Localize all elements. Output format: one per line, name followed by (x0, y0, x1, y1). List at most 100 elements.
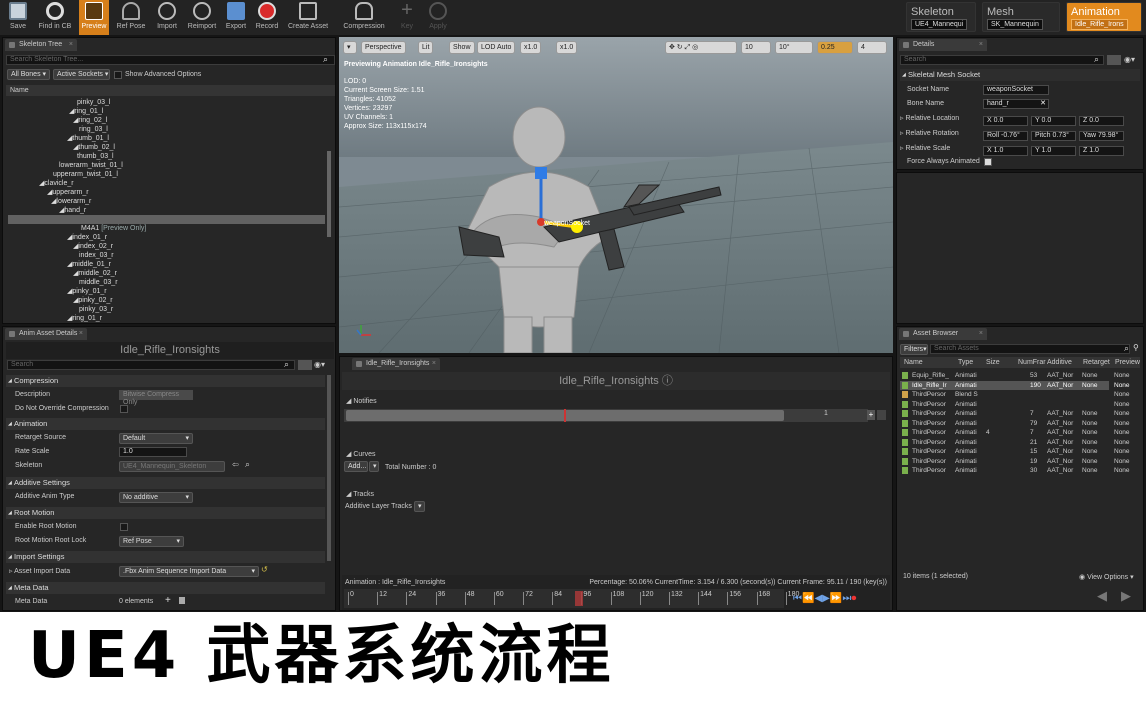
asset-row[interactable]: ThirdPersor Animati 4 7 AAT_Nor None None (900, 428, 1130, 437)
tree-row-pinky-03-l[interactable]: pinky_03_l (77, 98, 110, 107)
tree-row-lowerarm-r[interactable]: ◢lowerarm_r (51, 197, 91, 206)
all-bones-dropdown[interactable]: All Bones ▾ (7, 69, 50, 80)
tab-details[interactable]: Details × (899, 39, 987, 51)
grid-icon[interactable] (298, 360, 312, 370)
socket-name-field[interactable]: weaponSocket (983, 85, 1049, 95)
scale-y-field[interactable]: Y 1.0 (1031, 146, 1076, 156)
asset-row[interactable]: ThirdPersor Animati 15 AAT_Nor None None (900, 447, 1130, 456)
asset-row[interactable]: ThirdPersor Animati None (900, 400, 1130, 409)
skeleton-search-input[interactable]: Search Skeleton Tree... (6, 55, 335, 65)
find-in-cb-button[interactable]: Find in CB (35, 0, 75, 35)
loc-y-field[interactable]: Y 0.0 (1031, 116, 1076, 126)
forward-arrow-icon[interactable]: ▶ (1121, 588, 1131, 604)
export-button[interactable]: Export (222, 0, 250, 35)
arrow-left-icon[interactable]: ⇦ (232, 460, 239, 469)
transform-tools[interactable]: ✥ ↻ ⤢ ◎ (665, 41, 737, 54)
play-reverse-icon[interactable]: ◀ (814, 593, 822, 604)
tree-row-ring-01-l[interactable]: ◢ring_01_l (69, 107, 103, 116)
close-icon[interactable]: × (979, 39, 983, 51)
root-lock-dropdown[interactable]: Ref Pose ▾ (119, 536, 184, 547)
category-animation[interactable]: Animation (6, 418, 325, 430)
asset-import-data-dropdown[interactable]: .Fbx Anim Sequence Import Data ▾ (119, 566, 259, 577)
scale-z-field[interactable]: Z 1.0 (1079, 146, 1124, 156)
additive-layer-dropdown[interactable]: ▾ (414, 501, 425, 512)
import-button[interactable]: Import (152, 0, 182, 35)
tree-row-pinky-01-r[interactable]: ◢pinky_01_r (67, 287, 107, 296)
tree-row-upperarm-twist-01-l[interactable]: upperarm_twist_01_l (53, 170, 118, 179)
column-header-type[interactable]: Type (958, 359, 973, 366)
anim-details-search-input[interactable]: Search (7, 360, 295, 370)
tree-row-ring-03-l[interactable]: ring_03_l (79, 125, 108, 134)
tree-row-pinky-03-r[interactable]: pinky_03_r (79, 305, 113, 314)
scale-x-field[interactable]: X 1.0 (983, 146, 1028, 156)
viewport[interactable]: weaponSocket ▾ Perspective Lit Show LOD … (339, 37, 893, 353)
category-import-settings[interactable]: Import Settings (6, 551, 325, 563)
column-header-numfrar[interactable]: NumFrar (1018, 359, 1046, 366)
key-button[interactable]: + Key (394, 0, 420, 35)
bone-name-field[interactable]: hand_r ✕ (983, 99, 1049, 109)
breadcrumb-skeleton[interactable]: Skeleton UE4_Mannequi (906, 2, 976, 32)
close-icon[interactable]: × (69, 39, 73, 51)
record-icon[interactable]: ⏺ (851, 593, 856, 604)
back-arrow-icon[interactable]: ◀ (1097, 588, 1107, 604)
asset-row[interactable]: ThirdPersor Animati 21 AAT_Nor None None (900, 438, 1130, 447)
category-meta-data[interactable]: Meta Data (6, 582, 325, 594)
compression-button[interactable]: Compression (340, 0, 388, 35)
asset-row[interactable]: ThirdPersor Blend S None (900, 390, 1130, 399)
description-field[interactable]: Bitwise Compress Only (119, 390, 193, 406)
column-header-name[interactable]: Name (904, 359, 923, 366)
tree-row-index-02-r[interactable]: ◢index_02_r (73, 242, 113, 251)
lock-icon[interactable]: ⚲ (1133, 343, 1139, 352)
add-icon[interactable]: + (165, 595, 171, 606)
section-skeletal-mesh-socket[interactable]: Skeletal Mesh Socket (900, 69, 1140, 81)
retarget-source-dropdown[interactable]: Default ▾ (119, 433, 193, 444)
loc-z-field[interactable]: Z 0.0 (1079, 116, 1124, 126)
grid-snap-button[interactable]: 10 (741, 41, 771, 54)
step-back-icon[interactable]: ⏪ (802, 593, 814, 604)
active-sockets-dropdown[interactable]: Active Sockets ▾ (53, 69, 110, 80)
column-header-retarget[interactable]: Retarget (1083, 359, 1110, 366)
breadcrumb-mesh[interactable]: Mesh SK_Mannequin (982, 2, 1060, 32)
reset-icon[interactable]: ↺ (261, 565, 268, 574)
lod-auto-button[interactable]: LOD Auto (477, 41, 516, 54)
show-advanced-checkbox[interactable] (114, 71, 122, 79)
tab-timeline[interactable]: Idle_Rifle_Ironsights × (352, 358, 440, 370)
tree-row-pinky-02-r[interactable]: ◢pinky_02_r (73, 296, 113, 305)
remove-notify-button[interactable] (877, 410, 886, 420)
create-asset-button[interactable]: Create Asset (285, 0, 331, 35)
tab-asset-browser[interactable]: Asset Browser × (899, 328, 987, 340)
tree-row-middle-01-r[interactable]: ◢middle_01_r (67, 260, 111, 269)
override-compression-checkbox[interactable] (120, 405, 128, 413)
apply-button[interactable]: Apply (424, 0, 452, 35)
tree-row-clavicle-r[interactable]: ◢clavicle_r (39, 179, 74, 188)
filters-dropdown[interactable]: Filters▾ (900, 344, 928, 355)
step-forward-icon[interactable]: ⏩ (830, 593, 842, 604)
tree-row-thumb-01-l[interactable]: ◢thumb_01_l (67, 134, 109, 143)
perspective-button[interactable]: Perspective (361, 41, 406, 54)
additive-anim-type-dropdown[interactable]: No additive ▾ (119, 492, 193, 503)
column-header-preview[interactable]: Preview (1115, 359, 1140, 366)
rotation-snap-button[interactable]: 10° (775, 41, 813, 54)
skip-end-icon[interactable]: ⏭ (842, 593, 851, 604)
view-options-button[interactable]: ◉ View Options ▾ (1079, 573, 1134, 581)
scale-snap-button[interactable]: 0.25 (817, 41, 853, 54)
rate-scale-field[interactable]: 1.0 (119, 447, 187, 457)
category-compression[interactable]: Compression (6, 375, 325, 387)
speed-button[interactable]: x1.0 (520, 41, 542, 54)
asset-row[interactable]: Idle_Rifle_Ir Animati 190 AAT_Nor None None (900, 380, 1130, 390)
close-icon[interactable]: × (432, 358, 436, 370)
tree-row-middle-02-r[interactable]: ◢middle_02_r (73, 269, 117, 278)
asset-row[interactable]: ThirdPersor Animati 7 AAT_Nor None None (900, 409, 1130, 418)
asset-row[interactable]: ThirdPersor Animati 30 AAT_Nor None None (900, 466, 1130, 475)
show-button[interactable]: Show (449, 41, 475, 54)
tree-row-thumb-02-l[interactable]: ◢thumb_02_l (73, 143, 115, 152)
asset-row[interactable]: ThirdPersor Animati 79 AAT_Nor None None (900, 419, 1130, 428)
column-header-size[interactable]: Size (986, 359, 1000, 366)
clear-icon[interactable]: ✕ (1040, 100, 1046, 108)
tree-row-index-01-r[interactable]: ◢index_01_r (67, 233, 107, 242)
close-icon[interactable]: × (979, 328, 983, 340)
column-header-additive[interactable]: Additive (1047, 359, 1072, 366)
category-root-motion[interactable]: Root Motion (6, 507, 325, 519)
search-icon[interactable]: ⌕ (245, 459, 250, 470)
notify-track[interactable]: 1 (344, 409, 868, 422)
